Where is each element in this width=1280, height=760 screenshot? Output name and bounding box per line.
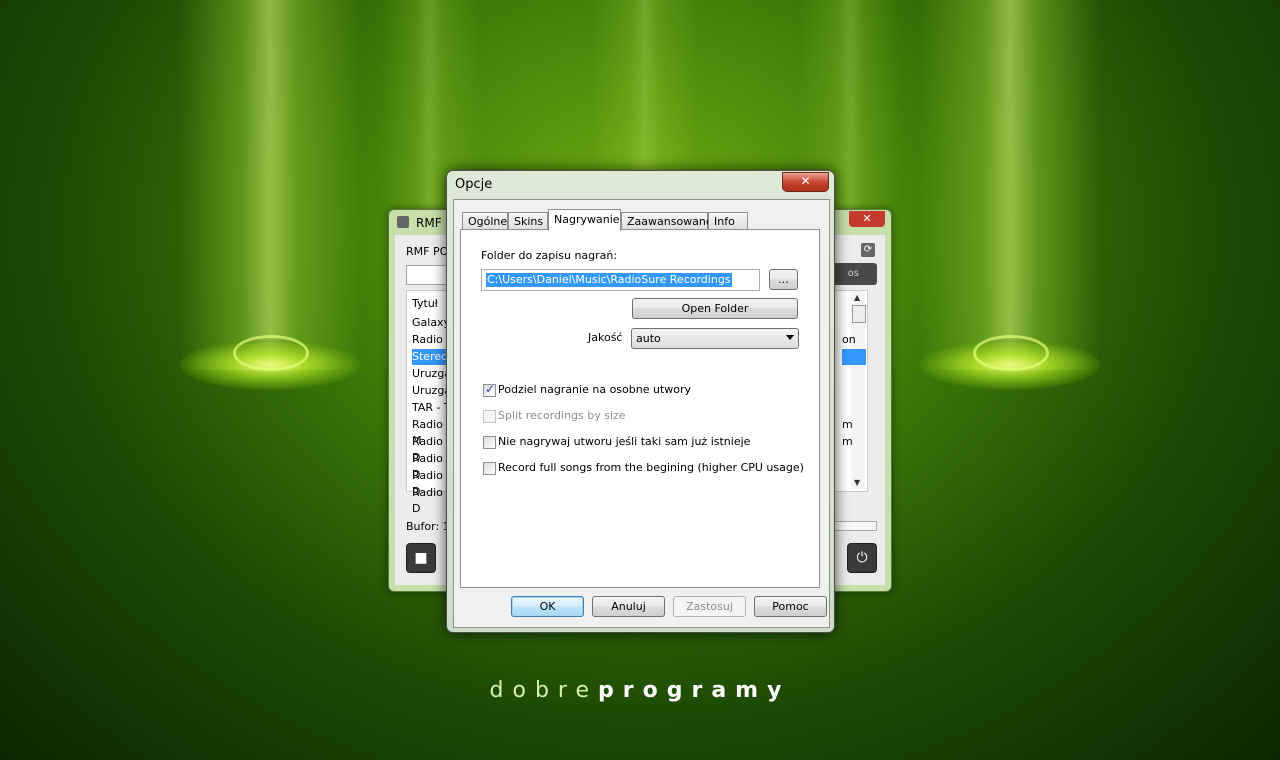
split-by-size-checkbox[interactable] [483,410,496,423]
quality-label: Jakość [588,331,623,344]
tab-info[interactable]: Info [708,212,748,230]
dialog-title: Opcje [455,177,493,192]
stop-button[interactable]: ■ [406,543,436,573]
scroll-down-icon[interactable]: ▼ [854,478,860,487]
station-label: RMF POI [406,245,452,258]
scroll-thumb[interactable] [852,305,866,323]
quality-select[interactable]: auto [631,328,799,349]
skip-duplicates-label[interactable]: Nie nagrywaj utworu jeśli taki sam już i… [498,435,750,448]
list-scrollbar[interactable]: ▲ ▼ [851,291,866,489]
search-input[interactable] [406,265,448,285]
folder-path-value: C:\Users\Daniel\Music\RadioSure Recordin… [486,273,732,287]
dialog-close-button[interactable]: ✕ [782,172,829,192]
folder-label: Folder do zapisu nagrań: [481,249,618,262]
list-item-tail[interactable] [842,349,866,365]
ring-left [233,335,309,371]
skip-duplicates-checkbox[interactable] [483,436,496,449]
list-item-tail[interactable]: m [842,434,866,450]
player-close-button[interactable]: ✕ [849,211,885,227]
dialog-client: Ogólne Skins Nagrywanie Zaawansowane Inf… [453,199,830,628]
power-button[interactable]: ⏻ [847,543,877,573]
options-dialog: Opcje ✕ Ogólne Skins Nagrywanie Zaawanso… [446,170,835,633]
light-column-right [920,0,1100,370]
buffer-label: Bufor: 1 [406,520,450,533]
split-tracks-checkbox[interactable] [483,382,496,397]
help-button[interactable]: Pomoc [754,596,827,617]
apply-button[interactable]: Zastosuj [673,596,746,617]
light-column-left [180,0,360,370]
tab-page-nagrywanie: Folder do zapisu nagrań: C:\Users\Daniel… [460,229,820,588]
cancel-button[interactable]: Anuluj [592,596,665,617]
open-folder-button[interactable]: Open Folder [632,298,798,319]
app-icon [397,216,409,228]
browse-button[interactable]: ... [769,269,798,290]
ok-button[interactable]: OK [511,596,584,617]
list-item-tail[interactable]: on [842,332,866,348]
tab-ogolne[interactable]: Ogólne [462,212,508,230]
brand-logo: dobreprogramy [489,678,791,703]
list-item-tail[interactable]: m [842,417,866,433]
full-songs-label[interactable]: Record full songs from the begining (hig… [498,461,804,474]
ring-right [973,335,1049,371]
buffer-progress [833,521,877,531]
full-songs-checkbox[interactable] [483,462,496,475]
chevron-down-icon [786,335,794,340]
quality-value: auto [636,332,661,345]
refresh-icon[interactable]: ⟳ [861,243,875,257]
tab-skins[interactable]: Skins [508,212,548,230]
scroll-up-icon[interactable]: ▲ [854,293,860,302]
tab-nagrywanie[interactable]: Nagrywanie [548,209,621,231]
list-header-title[interactable]: Tytuł [412,297,438,310]
split-by-size-label[interactable]: Split recordings by size [498,409,626,422]
folder-path-input[interactable]: C:\Users\Daniel\Music\RadioSure Recordin… [481,269,760,291]
tab-zaawansowane[interactable]: Zaawansowane [621,212,713,230]
split-tracks-label[interactable]: Podziel nagranie na osobne utwory [498,383,691,396]
